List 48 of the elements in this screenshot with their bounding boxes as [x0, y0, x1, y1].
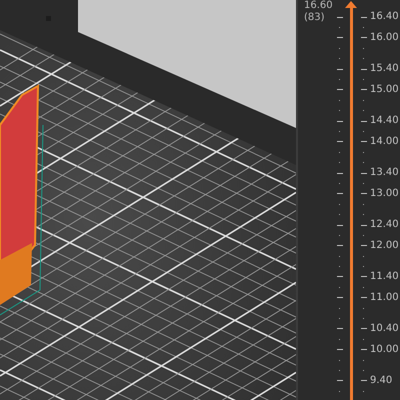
tick-mark: [337, 245, 343, 246]
layer-height-label: 10.40: [370, 324, 399, 334]
tick-mark: [361, 349, 367, 350]
layer-height-label: 13.40: [370, 168, 399, 178]
tick-mark: [337, 193, 343, 194]
tick-mark: [337, 16, 343, 18]
tick-mark: [361, 297, 367, 298]
tick-mark: [361, 245, 367, 246]
layer-height-label: 11.00: [370, 292, 399, 303]
layer-height-label: 14.00: [370, 136, 399, 147]
tick-mark: [337, 224, 343, 226]
layer-height-label: 15.00: [370, 84, 399, 95]
layer-height-label: 9.40: [370, 376, 392, 386]
tick-mark: [361, 380, 367, 382]
layer-height-label: 11.40: [370, 272, 399, 282]
layer-height-label: 16.40: [370, 12, 399, 22]
top-layer-height: 16.60: [304, 0, 333, 12]
layer-height-label: 10.00: [370, 344, 399, 355]
tick-mark: [361, 193, 367, 194]
tick-mark: [361, 120, 367, 122]
tick-mark: [361, 141, 367, 142]
tick-mark: [337, 172, 343, 174]
tick-mark: [337, 120, 343, 122]
tick-mark: [337, 141, 343, 142]
tick-mark: [361, 172, 367, 174]
tick-mark: [337, 37, 343, 38]
tick-mark: [337, 349, 343, 350]
tick-mark: [361, 224, 367, 226]
tick-mark: [337, 297, 343, 298]
layer-height-label: 16.00: [370, 32, 399, 43]
slider-thumb[interactable]: [345, 1, 357, 8]
tick-mark: [361, 276, 367, 278]
layer-height-label: 12.40: [370, 220, 399, 230]
tick-mark: [337, 328, 343, 330]
top-layer-number: (83): [304, 12, 326, 24]
tick-mark: [337, 68, 343, 70]
layer-height-label: 12.00: [370, 240, 399, 251]
tick-mark: [361, 89, 367, 90]
layer-height-label: 15.40: [370, 64, 399, 74]
tick-mark: [361, 328, 367, 330]
tick-mark: [337, 89, 343, 90]
tick-mark: [361, 16, 367, 18]
tick-mark: [337, 276, 343, 278]
tick-mark: [337, 380, 343, 382]
layer-height-label: 14.40: [370, 116, 399, 126]
tick-mark: [361, 68, 367, 70]
layer-height-label: 13.00: [370, 188, 399, 199]
tick-mark: [361, 37, 367, 38]
